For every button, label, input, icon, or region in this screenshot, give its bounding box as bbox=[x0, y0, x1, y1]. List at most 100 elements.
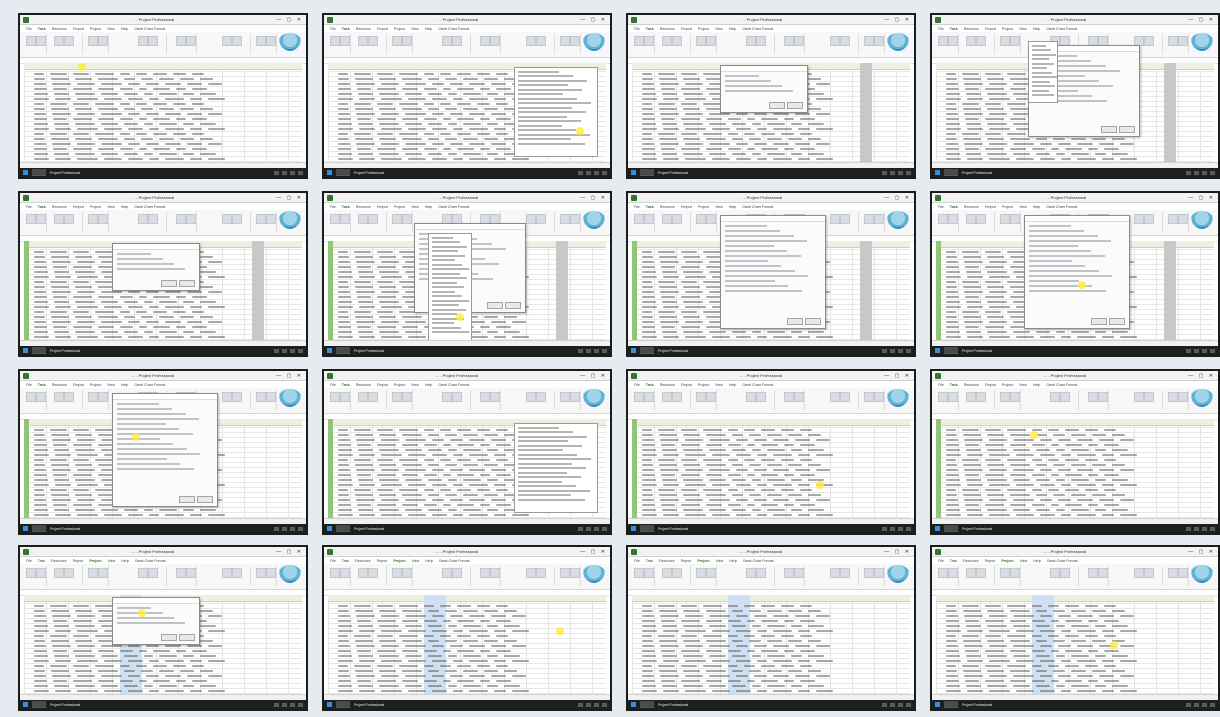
tab-view[interactable]: View bbox=[1019, 205, 1027, 209]
modal-dialog[interactable] bbox=[112, 393, 218, 507]
ribbon-button[interactable] bbox=[36, 392, 46, 402]
task-sheet-grid[interactable] bbox=[24, 63, 302, 162]
dialog-field[interactable] bbox=[725, 250, 788, 252]
ribbon-button[interactable] bbox=[54, 568, 64, 578]
list-item[interactable] bbox=[432, 308, 467, 311]
modal-dialog[interactable] bbox=[112, 597, 200, 645]
windows-logo-icon[interactable] bbox=[631, 170, 636, 175]
windows-logo-icon[interactable] bbox=[631, 702, 636, 707]
window-controls[interactable]: — ▢ ✕ bbox=[276, 373, 303, 379]
tab-report[interactable]: Report bbox=[73, 559, 84, 563]
list-item[interactable] bbox=[518, 498, 586, 501]
ribbon-button[interactable] bbox=[634, 568, 644, 578]
tab-project[interactable]: Project bbox=[1002, 27, 1013, 31]
ribbon-button[interactable] bbox=[1060, 568, 1070, 578]
tab-resource[interactable]: Resource bbox=[52, 383, 67, 387]
dialog-field[interactable] bbox=[725, 255, 801, 257]
cancel-button[interactable] bbox=[179, 280, 195, 287]
ribbon-button[interactable] bbox=[490, 36, 500, 46]
tab-gantt-chart-format[interactable]: Gantt Chart Format bbox=[438, 383, 469, 387]
list-item[interactable] bbox=[518, 70, 559, 73]
ribbon-button[interactable] bbox=[864, 392, 874, 402]
ribbon-button[interactable] bbox=[634, 36, 644, 46]
windows-logo-icon[interactable] bbox=[631, 348, 636, 353]
dialog-field[interactable] bbox=[117, 453, 201, 455]
windows-logo-icon[interactable] bbox=[23, 170, 28, 175]
list-item[interactable] bbox=[432, 236, 453, 239]
list-item[interactable] bbox=[518, 453, 578, 456]
ribbon-button[interactable] bbox=[1168, 568, 1178, 578]
ribbon-button[interactable] bbox=[138, 568, 148, 578]
tab-file[interactable]: File bbox=[26, 27, 32, 31]
tab-resource[interactable]: Resource bbox=[52, 27, 67, 31]
ribbon-button[interactable] bbox=[36, 568, 46, 578]
modal-dialog[interactable] bbox=[112, 243, 200, 291]
ok-button[interactable] bbox=[1091, 318, 1107, 325]
ribbon-button[interactable] bbox=[36, 36, 46, 46]
ribbon-button[interactable] bbox=[644, 214, 654, 224]
ribbon-button[interactable] bbox=[756, 392, 766, 402]
ribbon-button[interactable] bbox=[222, 36, 232, 46]
tab-gantt-chart-format[interactable]: Gantt Chart Format bbox=[439, 559, 470, 563]
tab-file[interactable]: File bbox=[938, 205, 944, 209]
ribbon-button[interactable] bbox=[54, 214, 64, 224]
dialog-field[interactable] bbox=[1029, 290, 1106, 292]
ribbon-button[interactable] bbox=[148, 214, 158, 224]
project-app-icon[interactable] bbox=[336, 347, 350, 354]
taskbar-app-label[interactable]: Project Professional bbox=[50, 527, 80, 531]
project-app-icon[interactable] bbox=[336, 701, 350, 708]
ribbon-button[interactable] bbox=[402, 36, 412, 46]
list-item[interactable] bbox=[518, 444, 582, 447]
ribbon-button[interactable] bbox=[1088, 392, 1098, 402]
ribbon-button[interactable] bbox=[662, 214, 672, 224]
tab-view[interactable]: View bbox=[107, 205, 115, 209]
ribbon-button[interactable] bbox=[938, 214, 948, 224]
taskbar-app-label[interactable]: Project Professional bbox=[354, 527, 384, 531]
dialog-field[interactable] bbox=[725, 275, 809, 277]
ribbon-button[interactable] bbox=[1098, 568, 1108, 578]
ribbon-button[interactable] bbox=[706, 392, 716, 402]
ribbon-button[interactable] bbox=[570, 214, 580, 224]
ribbon-button[interactable] bbox=[330, 36, 340, 46]
dialog-field[interactable] bbox=[117, 448, 187, 450]
list-item[interactable] bbox=[1032, 89, 1049, 92]
ribbon-button[interactable] bbox=[148, 568, 158, 578]
ribbon-button[interactable] bbox=[874, 568, 884, 578]
task-sheet-grid[interactable] bbox=[936, 419, 1214, 518]
ribbon-button[interactable] bbox=[874, 36, 884, 46]
tab-file[interactable]: File bbox=[26, 383, 32, 387]
taskbar-app-label[interactable]: Project Professional bbox=[658, 349, 688, 353]
list-item[interactable] bbox=[518, 93, 564, 95]
ribbon-button[interactable] bbox=[1134, 568, 1144, 578]
ribbon-button[interactable] bbox=[746, 392, 756, 402]
tab-project[interactable]: Project bbox=[89, 559, 101, 563]
dialog-field[interactable] bbox=[725, 75, 760, 77]
window-controls[interactable]: — ▢ ✕ bbox=[884, 373, 911, 379]
ribbon-button[interactable] bbox=[560, 214, 570, 224]
ribbon-button[interactable] bbox=[1000, 214, 1010, 224]
windows-logo-icon[interactable] bbox=[327, 526, 332, 531]
ribbon-button[interactable] bbox=[526, 392, 536, 402]
tab-project[interactable]: Project bbox=[394, 205, 405, 209]
tab-file[interactable]: File bbox=[634, 559, 640, 563]
cancel-button[interactable] bbox=[505, 302, 521, 309]
taskbar-app-label[interactable]: Project Professional bbox=[962, 171, 992, 175]
dialog-field[interactable] bbox=[725, 270, 795, 272]
tab-file[interactable]: File bbox=[938, 559, 944, 563]
ribbon-button[interactable] bbox=[1134, 392, 1144, 402]
tab-gantt-chart-format[interactable]: Gantt Chart Format bbox=[1046, 27, 1077, 31]
list-item[interactable] bbox=[518, 480, 563, 483]
ribbon-button[interactable] bbox=[1144, 392, 1154, 402]
list-item[interactable] bbox=[1032, 80, 1051, 83]
tab-report[interactable]: Report bbox=[73, 205, 84, 209]
ribbon-button[interactable] bbox=[1050, 392, 1060, 402]
ribbon-button[interactable] bbox=[634, 392, 644, 402]
modal-dialog[interactable] bbox=[1024, 215, 1130, 329]
dialog-field[interactable] bbox=[1029, 270, 1099, 272]
ribbon-button[interactable] bbox=[1178, 36, 1188, 46]
ribbon-button[interactable] bbox=[794, 36, 804, 46]
ribbon-button[interactable] bbox=[36, 214, 46, 224]
list-item[interactable] bbox=[518, 471, 568, 474]
ribbon-button[interactable] bbox=[368, 214, 378, 224]
column-header-row[interactable] bbox=[936, 595, 1214, 602]
